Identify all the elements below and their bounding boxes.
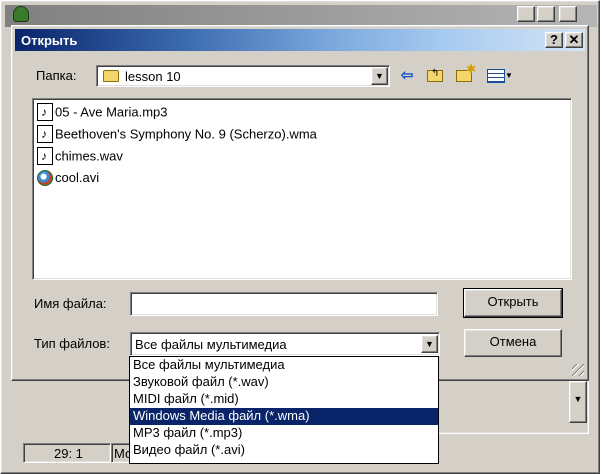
- filetype-label: Тип файлов:: [34, 336, 110, 351]
- filetype-value: Все файлы мультимедиа: [135, 337, 287, 352]
- filetype-option[interactable]: MIDI файл (*.mid): [130, 391, 438, 408]
- audio-file-icon: ♪: [37, 103, 53, 121]
- filetype-option[interactable]: Видео файл (*.avi): [130, 442, 438, 459]
- bg-maximize-button[interactable]: [537, 6, 555, 22]
- back-arrow-icon[interactable]: ⇦: [396, 66, 418, 86]
- app-icon: [13, 6, 29, 22]
- dialog-title: Открыть: [21, 33, 78, 48]
- filename-label: Имя файла:: [34, 296, 107, 311]
- list-item[interactable]: ♪ 05 - Ave Maria.mp3: [37, 103, 167, 123]
- folder-icon: [103, 70, 119, 82]
- video-file-icon: [37, 169, 53, 186]
- up-one-level-icon[interactable]: ↰: [424, 66, 446, 86]
- view-menu-icon[interactable]: ▼: [483, 66, 517, 86]
- open-button[interactable]: Открыть: [463, 288, 563, 318]
- help-button[interactable]: ?: [545, 32, 563, 48]
- status-position: 29: 1: [23, 443, 111, 463]
- open-dialog: Открыть ? ✕ Папка: lesson 10 ▼ ⇦ ↰ ✱ ▼ ♪…: [11, 25, 589, 381]
- chevron-down-icon[interactable]: ▼: [371, 67, 388, 85]
- filetype-option[interactable]: Звуковой файл (*.wav): [130, 374, 438, 391]
- resize-grip[interactable]: [572, 364, 584, 376]
- bg-minimize-button[interactable]: [517, 6, 535, 22]
- close-button[interactable]: ✕: [565, 32, 583, 48]
- cancel-button[interactable]: Отмена: [464, 329, 562, 357]
- folder-dropdown[interactable]: lesson 10 ▼: [96, 65, 390, 87]
- filetype-dropdown[interactable]: Все файлы мультимедиа ▼: [130, 332, 440, 356]
- dialog-titlebar[interactable]: Открыть ? ✕: [15, 29, 585, 51]
- folder-label: Папка:: [36, 68, 77, 83]
- filetype-option[interactable]: Windows Media файл (*.wma): [130, 408, 438, 425]
- chevron-down-icon[interactable]: ▼: [421, 335, 438, 353]
- list-item[interactable]: cool.avi: [37, 169, 99, 189]
- audio-file-icon: ♪: [37, 147, 53, 165]
- folder-value: lesson 10: [125, 69, 181, 84]
- file-name: 05 - Ave Maria.mp3: [55, 104, 168, 120]
- scroll-down-button[interactable]: ▼: [569, 381, 587, 423]
- new-folder-icon[interactable]: ✱: [453, 63, 476, 86]
- background-titlebar: [5, 5, 597, 27]
- list-item[interactable]: ♪ Beethoven's Symphony No. 9 (Scherzo).wm…: [37, 125, 317, 145]
- audio-file-icon: ♪: [37, 125, 53, 143]
- filetype-option[interactable]: Все файлы мультимедиа: [130, 357, 438, 374]
- filename-input[interactable]: [130, 292, 438, 316]
- filetype-options-list[interactable]: Все файлы мультимедиа Звуковой файл (*.w…: [129, 356, 439, 464]
- file-name: Beethoven's Symphony No. 9 (Scherzo).wma: [55, 126, 317, 142]
- list-item[interactable]: ♪ chimes.wav: [37, 147, 123, 167]
- file-name: chimes.wav: [55, 148, 123, 164]
- file-list[interactable]: ♪ 05 - Ave Maria.mp3 ♪ Beethoven's Symphon…: [32, 98, 572, 280]
- filetype-option[interactable]: MP3 файл (*.mp3): [130, 425, 438, 442]
- bg-close-button[interactable]: [559, 6, 577, 22]
- file-name: cool.avi: [55, 170, 100, 186]
